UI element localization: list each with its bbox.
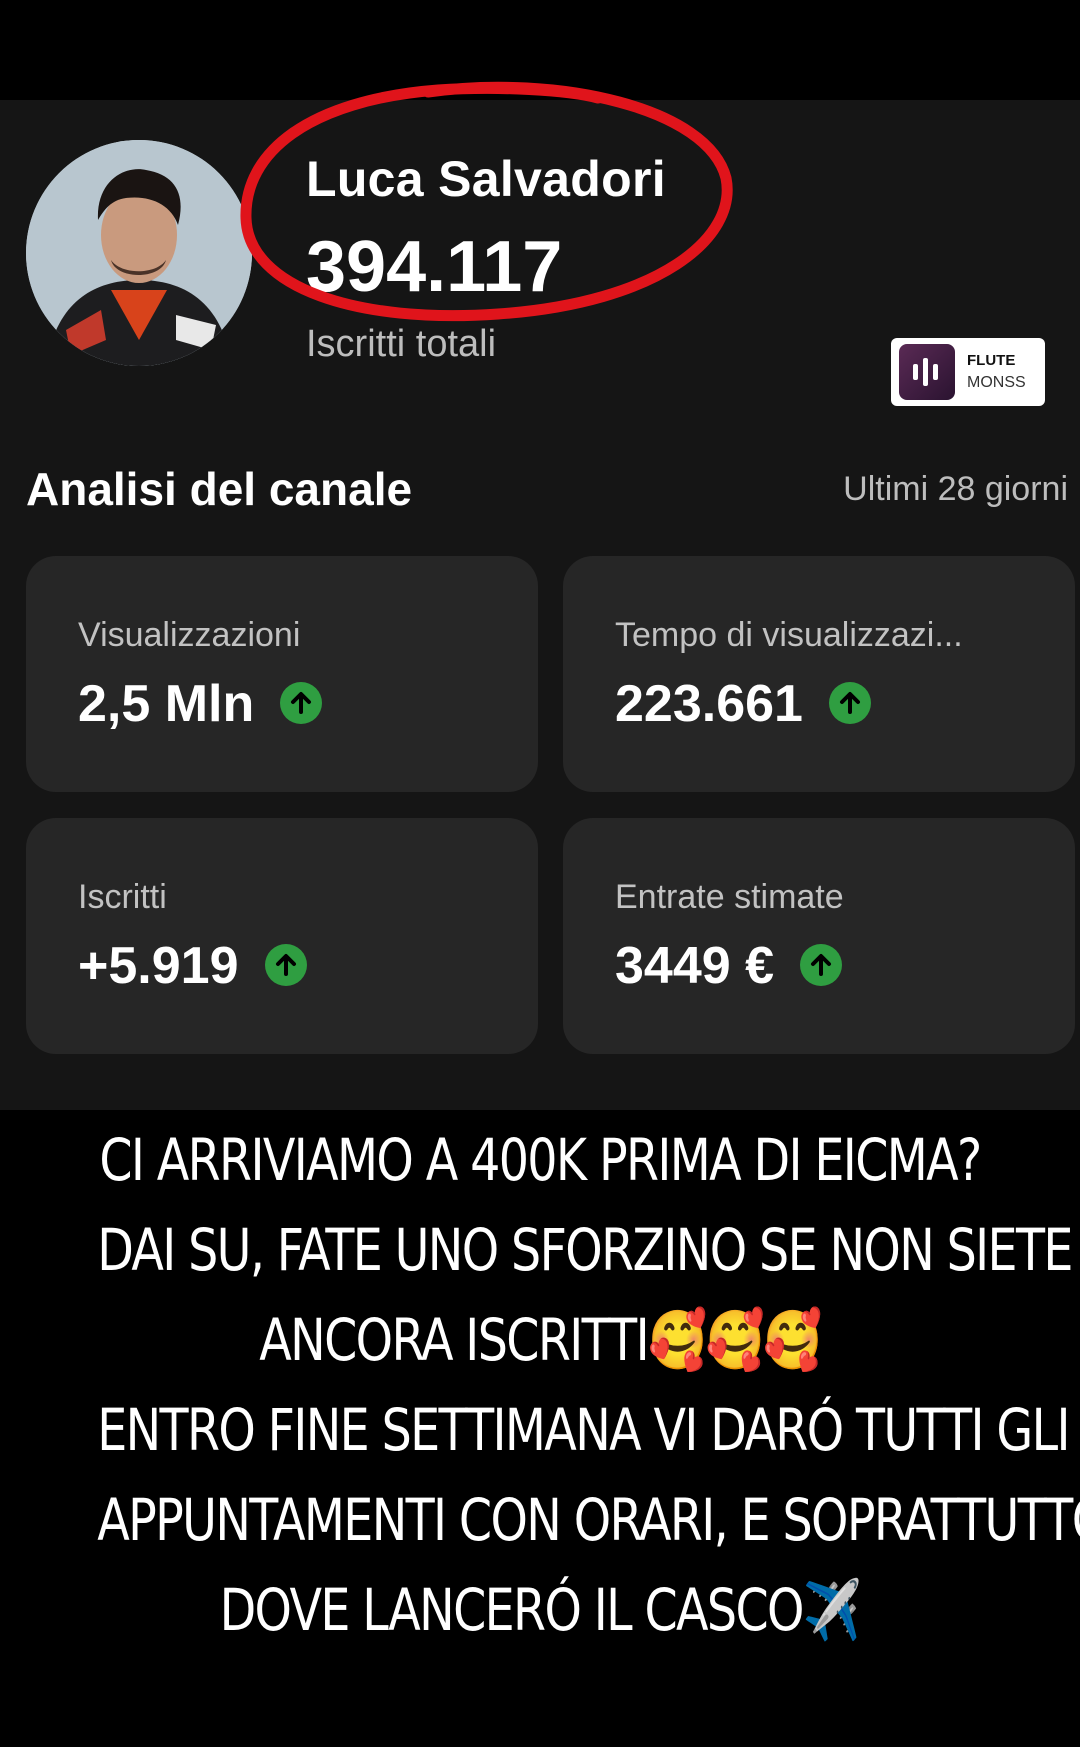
caption-line: CI ARRIVIAMO A 400K PRIMA DI EICMA?: [99, 1126, 982, 1194]
metric-value-row: 223.661: [615, 674, 871, 734]
watermark-logo-icon: [899, 344, 955, 400]
metric-label: Tempo di visualizzazi...: [615, 616, 963, 654]
metric-value-row: +5.919: [78, 936, 307, 996]
trend-up-icon: [800, 944, 843, 987]
metric-label: Iscritti: [78, 878, 167, 916]
trend-up-icon: [264, 944, 307, 987]
caption-line: ANCORA ISCRITTI🥰🥰🥰: [259, 1306, 822, 1374]
metric-value: +5.919: [78, 937, 239, 995]
story-caption: CI ARRIVIAMO A 400K PRIMA DI EICMA? DAI …: [0, 1115, 1080, 1655]
trend-up-icon: [280, 682, 323, 725]
period-selector[interactable]: Ultimi 28 giorni: [843, 470, 1068, 509]
watermark-line1: FLUTE: [967, 352, 1016, 369]
caption-line: DOVE LANCERÓ IL CASCO✈️: [219, 1576, 862, 1644]
metric-label: Entrate stimate: [615, 878, 844, 916]
section-title: Analisi del canale: [26, 463, 413, 515]
metric-value-row: 3449 €: [615, 936, 843, 996]
watermark-badge: FLUTE MONSS: [891, 338, 1045, 406]
metric-value-row: 2,5 Mln: [78, 674, 323, 734]
caption-line: DAI SU, FATE UNO SFORZINO SE NON SIETE: [97, 1216, 1073, 1284]
metric-card-revenue[interactable]: Entrate stimate 3449 €: [563, 818, 1075, 1054]
channel-name: Luca Salvadori: [306, 151, 666, 207]
watermark-line2: MONSS: [967, 374, 1026, 391]
total-subscribers: 394.117: [306, 227, 563, 307]
metric-card-watch-time[interactable]: Tempo di visualizzazi... 223.661: [563, 556, 1075, 792]
metric-label: Visualizzazioni: [78, 616, 301, 654]
caption-line: ENTRO FINE SETTIMANA VI DARÓ TUTTI GLI: [97, 1396, 1070, 1464]
caption-line: APPUNTAMENTI CON ORARI, E SOPRATTUTTO: [97, 1486, 1080, 1554]
metric-value: 223.661: [615, 675, 803, 733]
channel-avatar[interactable]: [26, 140, 252, 366]
metric-value: 3449 €: [615, 937, 775, 995]
metric-card-views[interactable]: Visualizzazioni 2,5 Mln: [26, 556, 538, 792]
total-subscribers-label: Iscritti totali: [306, 323, 497, 365]
metric-value: 2,5 Mln: [78, 675, 255, 733]
metric-card-subscribers[interactable]: Iscritti +5.919: [26, 818, 538, 1054]
trend-up-icon: [828, 682, 871, 725]
